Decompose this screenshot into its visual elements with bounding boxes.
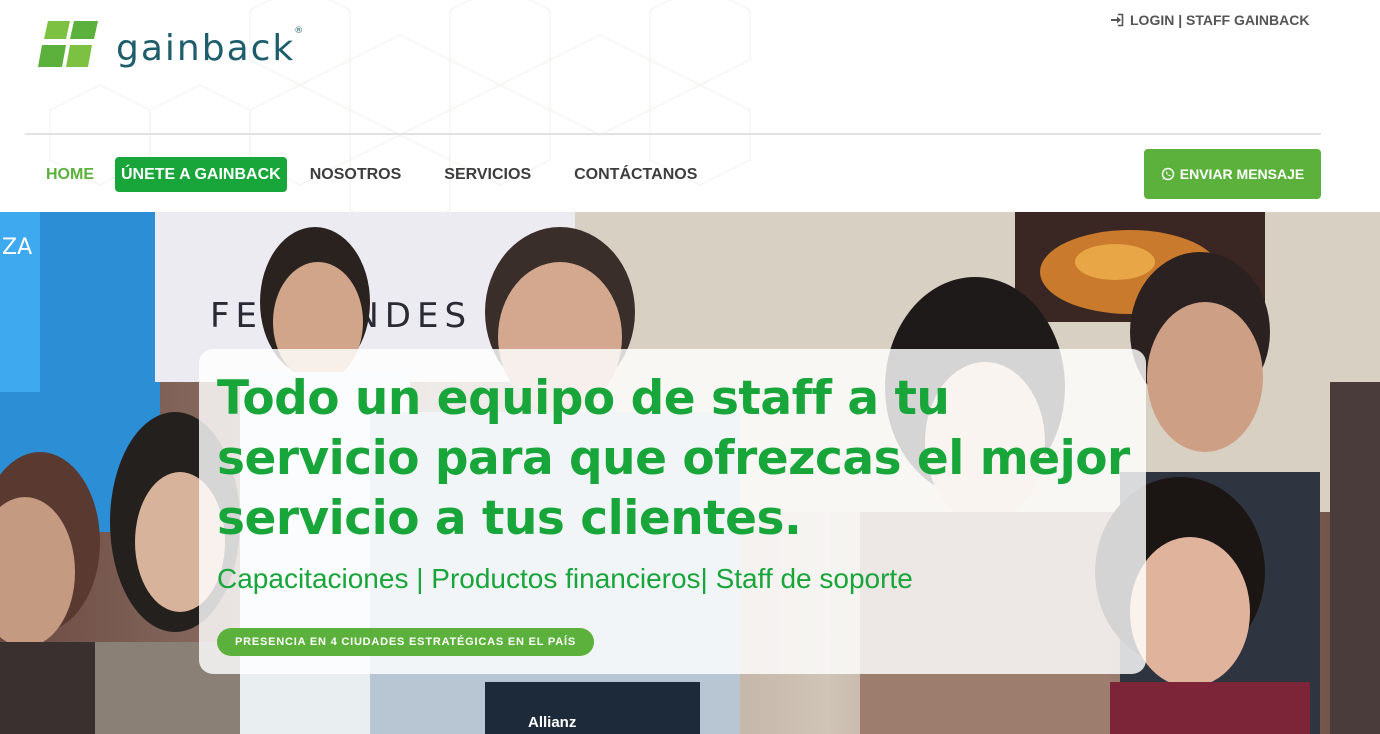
- logo-wordmark: gainback ®: [116, 25, 306, 69]
- photo-plaque-text: Allianz: [528, 714, 576, 731]
- header-divider: [25, 133, 1321, 135]
- nav-item-servicios[interactable]: SERVICIOS: [436, 157, 539, 192]
- site-header: gainback ® LOGIN | STAFF GAINBACK HOME Ú…: [0, 0, 1380, 212]
- hero-badge: PRESENCIA EN 4 CIUDADES ESTRATÉGICAS EN …: [217, 628, 594, 656]
- hero-title: Todo un equipo de staff a tu servicio pa…: [217, 371, 1130, 546]
- send-message-label: ENVIAR MENSAJE: [1179, 166, 1305, 182]
- photo-sign-left: ZA: [2, 235, 32, 260]
- whatsapp-icon: [1161, 167, 1175, 181]
- hero-card: Todo un equipo de staff a tu servicio pa…: [199, 349, 1146, 674]
- nav-item-join[interactable]: ÚNETE A GAINBACK: [115, 157, 287, 192]
- hero-section: ZA FERNANDES Allianz Todo: [0, 212, 1380, 734]
- main-nav: HOME ÚNETE A GAINBACK NOSOTROS SERVICIOS…: [38, 157, 705, 192]
- nav-item-home[interactable]: HOME: [38, 157, 102, 192]
- nav-item-contactanos[interactable]: CONTÁCTANOS: [566, 157, 705, 192]
- login-staff-link[interactable]: LOGIN | STAFF GAINBACK: [1110, 12, 1309, 28]
- send-message-button[interactable]: ENVIAR MENSAJE: [1144, 149, 1321, 199]
- login-label: LOGIN | STAFF GAINBACK: [1130, 12, 1310, 28]
- logo[interactable]: gainback ®: [38, 16, 306, 72]
- nav-item-nosotros[interactable]: NOSOTROS: [302, 157, 410, 192]
- registered-mark: ®: [294, 25, 306, 36]
- hero-subtitle: Capacitaciones | Productos financieros| …: [217, 563, 913, 594]
- gainback-logo-icon: [38, 17, 100, 71]
- sign-in-icon: [1110, 13, 1124, 27]
